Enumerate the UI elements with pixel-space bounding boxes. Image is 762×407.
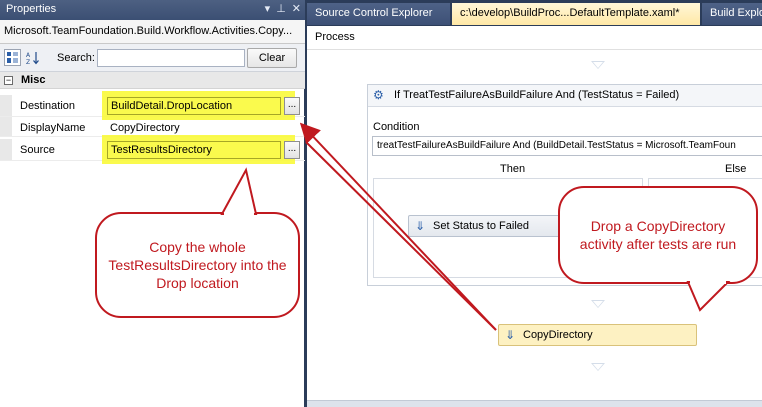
drop-target-arrow (591, 61, 605, 69)
properties-title-bar: Properties ▾ ⊥ ✕ (0, 0, 305, 20)
callout-copy-testresults: Copy the whole TestResultsDirectory into… (95, 212, 300, 318)
property-grid: − Misc Destination BuildDetail.DropLocat… (0, 72, 305, 164)
if-activity-title: If TreatTestFailureAsBuildFailure And (T… (394, 89, 680, 101)
if-activity-header[interactable]: ⚙ If TreatTestFailureAsBuildFailure And … (368, 85, 762, 107)
set-status-label: Set Status to Failed (433, 220, 529, 232)
condition-field[interactable]: treatTestFailureAsBuildFailure And (Buil… (372, 136, 762, 156)
tab-default-template[interactable]: c:\develop\BuildProc...DefaultTemplate.x… (452, 3, 700, 25)
drop-target-arrow (591, 300, 605, 308)
row-gutter (0, 117, 12, 136)
collapse-icon[interactable]: − (4, 75, 13, 85)
tab-build-explorer[interactable]: Build Explor (702, 3, 762, 25)
svg-text:Z: Z (26, 59, 30, 65)
categorized-icon[interactable] (4, 49, 21, 66)
document-tabs: Source Control Explorer c:\develop\Build… (307, 0, 762, 26)
set-status-activity[interactable]: ⇓ Set Status to Failed (408, 215, 568, 237)
close-icon[interactable]: ✕ (292, 2, 301, 15)
dropdown-icon[interactable]: ▾ (265, 2, 271, 15)
displayname-value[interactable]: CopyDirectory (110, 122, 180, 134)
source-field[interactable]: TestResultsDirectory (107, 141, 281, 159)
if-activity-icon: ⚙ (373, 88, 384, 102)
horizontal-scrollbar[interactable] (307, 400, 762, 407)
search-input[interactable] (97, 49, 245, 67)
tab-source-control-explorer[interactable]: Source Control Explorer (307, 3, 450, 25)
category-misc[interactable]: − Misc (0, 72, 305, 89)
property-name: Source (20, 144, 55, 156)
then-label: Then (500, 163, 526, 175)
alphabetical-icon[interactable]: AZ (24, 49, 41, 66)
category-label: Misc (21, 74, 46, 86)
svg-text:A: A (26, 52, 31, 59)
copy-directory-activity[interactable]: ⇓ CopyDirectory (498, 324, 697, 346)
breadcrumb[interactable]: Process (307, 26, 762, 50)
destination-field[interactable]: BuildDetail.DropLocation (107, 97, 281, 115)
selected-object-name[interactable]: Microsoft.TeamFoundation.Build.Workflow.… (0, 20, 305, 44)
source-browse-button[interactable]: ... (284, 141, 300, 159)
property-row-displayname[interactable]: DisplayName CopyDirectory (0, 117, 305, 137)
property-name: Destination (20, 100, 76, 112)
search-label: Search: (57, 52, 95, 64)
activity-icon: ⇓ (415, 219, 426, 233)
property-name: DisplayName (20, 122, 86, 134)
pin-icon[interactable]: ⊥ (276, 2, 286, 15)
properties-title: Properties (6, 3, 57, 15)
properties-panel: Properties ▾ ⊥ ✕ Microsoft.TeamFoundatio… (0, 0, 305, 407)
property-row-destination[interactable]: Destination BuildDetail.DropLocation ... (0, 91, 305, 120)
callout-drop-copydirectory: Drop a CopyDirectory activity after test… (558, 186, 758, 284)
row-gutter (0, 139, 12, 160)
drop-target-arrow (591, 363, 605, 371)
condition-label: Condition (373, 121, 420, 133)
activity-icon: ⇓ (505, 328, 516, 342)
properties-toolbar: AZ Search: Clear (0, 44, 305, 72)
copy-directory-label: CopyDirectory (523, 329, 593, 341)
else-label: Else (725, 163, 747, 175)
property-row-source[interactable]: Source TestResultsDirectory ... (0, 135, 305, 164)
clear-button[interactable]: Clear (247, 48, 297, 68)
destination-browse-button[interactable]: ... (284, 97, 300, 115)
row-gutter (0, 95, 12, 116)
